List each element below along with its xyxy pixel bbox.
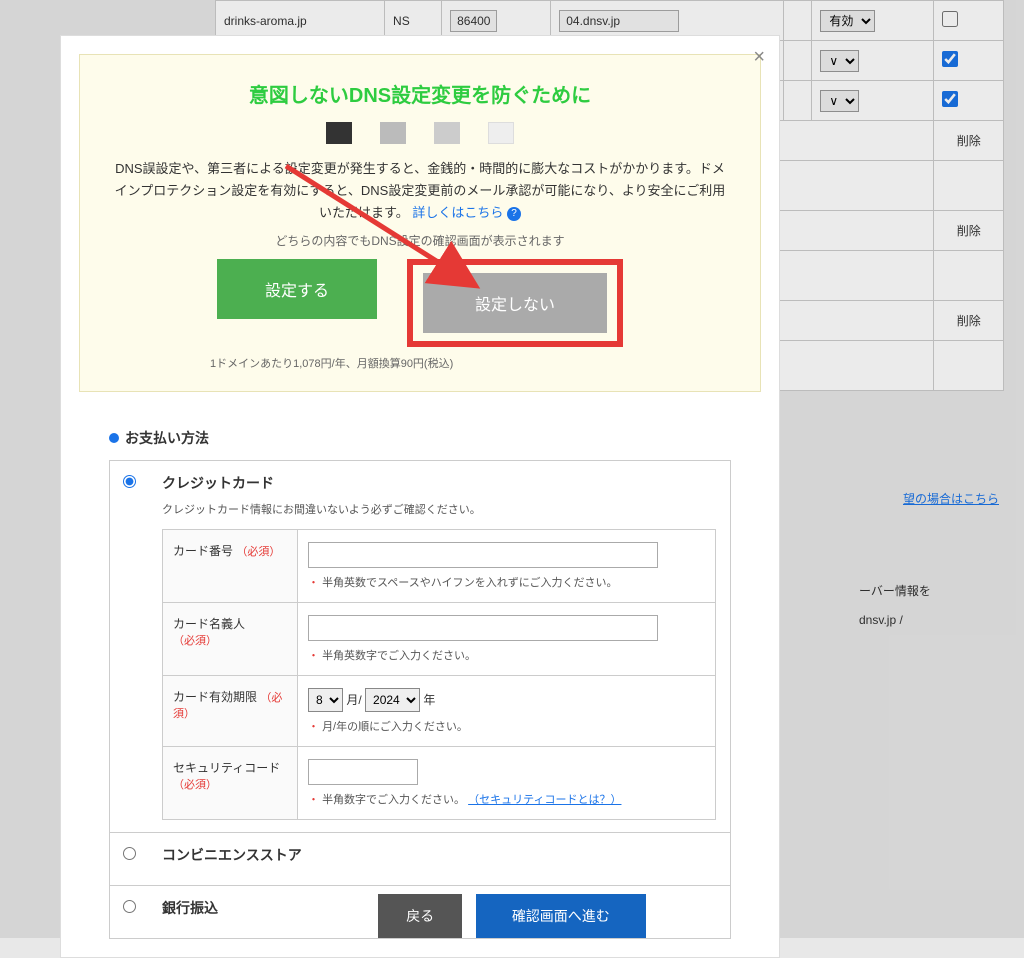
payment-option-creditcard: クレジットカード クレジットカード情報にお間違いないよう必ずご確認ください。 カ… (109, 460, 731, 832)
security-code-help-link[interactable]: （セキュリティコードとは？） (468, 794, 621, 806)
card-number-hint: 半角英数でスペースやハイフンを入れずにご入力ください。 (308, 574, 705, 590)
security-code-hint: 半角数字でご入力ください。 （セキュリティコードとは？） (308, 791, 705, 807)
promo-body: DNS誤設定や、第三者による設定変更が発生すると、金銭的・時間的に膨大なコストが… (110, 158, 730, 224)
promo-detail-link[interactable]: 詳しくはこちら (412, 205, 503, 220)
back-button[interactable]: 戻る (378, 894, 462, 938)
payment-section: お支払い方法 クレジットカード クレジットカード情報にお間違いないよう必ずご確認… (79, 428, 761, 939)
price-note: 1ドメインあたり1,078円/年、月額換算90円(税込) (210, 355, 730, 371)
noset-highlight-box: 設定しない (407, 259, 623, 347)
set-button[interactable]: 設定する (217, 259, 377, 319)
card-expiry-label: カード有効期限 （必須） (163, 676, 298, 747)
card-number-input[interactable] (308, 542, 658, 568)
payment-radio-cc[interactable] (123, 475, 136, 488)
info-icon: ? (507, 207, 521, 221)
card-holder-hint: 半角英数字でご入力ください。 (308, 647, 705, 663)
cc-title: クレジットカード (162, 473, 716, 493)
footer-buttons: 戻る 確認画面へ進む (0, 880, 1024, 938)
cc-form-table: カード番号 （必須） 半角英数でスペースやハイフンを入れずにご入力ください。 カ… (162, 529, 716, 820)
payment-radio-cvs[interactable] (123, 847, 136, 860)
payment-heading: お支払い方法 (109, 428, 731, 448)
promo-panel: 意図しないDNS設定変更を防ぐために DNS誤設定や、第三者による設定変更が発生… (79, 54, 761, 392)
brand-icons (110, 122, 730, 144)
dns-protection-modal: × 意図しないDNS設定変更を防ぐために DNS誤設定や、第三者による設定変更が… (60, 35, 780, 958)
card-expiry-hint: 月/年の順にご入力ください。 (308, 718, 705, 734)
security-code-label: セキュリティコード （必須） (163, 747, 298, 820)
expiry-month-select[interactable]: 8 (308, 688, 343, 712)
close-icon[interactable]: × (753, 46, 765, 69)
promo-title: 意図しないDNS設定変更を防ぐために (110, 79, 730, 108)
payment-option-cvs[interactable]: コンビニエンスストア (109, 832, 731, 885)
expiry-year-select[interactable]: 2024 (365, 688, 420, 712)
promo-note: どちらの内容でもDNS設定の確認画面が表示されます (110, 232, 730, 249)
card-holder-input[interactable] (308, 615, 658, 641)
card-holder-label: カード名義人 （必須） (163, 603, 298, 676)
security-code-input[interactable] (308, 759, 418, 785)
confirm-button[interactable]: 確認画面へ進む (476, 894, 646, 938)
noset-button[interactable]: 設定しない (423, 273, 607, 333)
cc-subtitle: クレジットカード情報にお間違いないよう必ずご確認ください。 (162, 501, 716, 517)
card-number-label: カード番号 （必須） (163, 530, 298, 603)
